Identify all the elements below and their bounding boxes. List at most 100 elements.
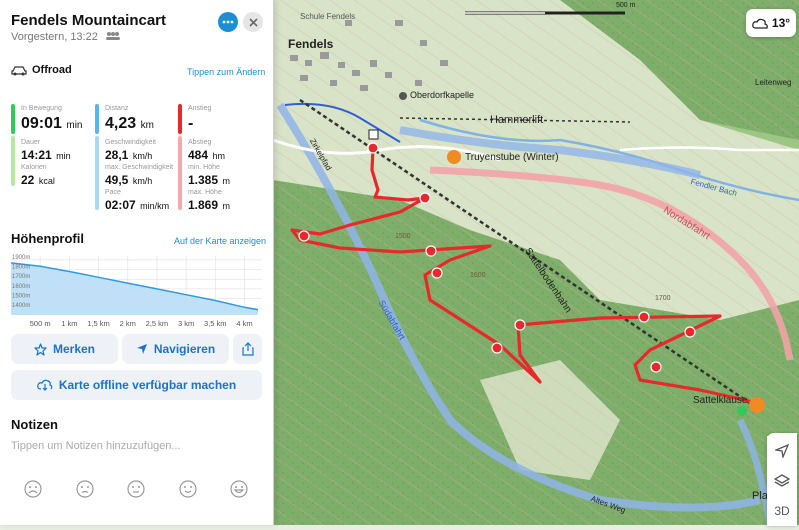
moving-unit: min xyxy=(66,120,83,131)
min-height-label: min. Höhe xyxy=(188,164,220,171)
y-tick-label: 1400m xyxy=(12,303,30,309)
map-label-alt-1700: 1700 xyxy=(655,295,671,302)
3d-toggle-button[interactable]: 3D xyxy=(767,496,797,526)
x-tick-label: 3 km xyxy=(178,319,194,328)
map-label-alt-1600: 1600 xyxy=(470,272,486,279)
bookmark-button[interactable]: Merken xyxy=(11,334,118,364)
distance-bar xyxy=(95,104,99,134)
min-height-value-row: 1.385 m xyxy=(188,171,230,189)
mood-sad-icon[interactable] xyxy=(76,480,94,498)
activity-label: Offroad xyxy=(32,64,72,76)
max-height-value-row: 1.869 m xyxy=(188,196,230,214)
min-height-unit: m xyxy=(222,176,230,186)
pace-value-row: 02:07 min/km xyxy=(105,196,169,214)
navigate-button[interactable]: Navigieren xyxy=(122,334,229,364)
route-subtitle: Vorgestern, 13:22 xyxy=(11,31,121,43)
mood-very-sad-icon[interactable] xyxy=(24,480,42,498)
map-label-truyenstube: Truyenstube (Winter) xyxy=(465,152,559,163)
duration-value-row: 14:21 min xyxy=(21,146,71,164)
x-tick-label: 500 m xyxy=(30,319,51,328)
notes-input[interactable]: Tippen um Notizen hinzuzufügen... xyxy=(11,440,181,452)
distance-bar-light xyxy=(95,136,99,210)
mood-neutral-icon[interactable] xyxy=(127,480,145,498)
calories-value: 22 xyxy=(21,173,35,187)
descent-value-row: 484 hm xyxy=(188,146,225,164)
x-tick-label: 3,5 km xyxy=(204,319,227,328)
max-height-value: 1.869 xyxy=(188,198,219,212)
maxspeed-label: max. Geschwindigkeit xyxy=(105,164,174,171)
moving-label: In Bewegung xyxy=(21,105,62,112)
chapel-icon xyxy=(399,92,407,100)
pace-unit: min/km xyxy=(140,201,170,211)
cloud-download-icon xyxy=(37,379,53,391)
speed-value-row: 28,1 km/h xyxy=(105,146,152,164)
max-height-label: max. Höhe xyxy=(188,189,222,196)
location-button[interactable] xyxy=(767,436,797,466)
map-label-schule: Schule Fendels xyxy=(300,12,356,21)
y-tick-label: 1800m xyxy=(12,265,30,271)
people-icon xyxy=(105,32,120,40)
ascent-value: - xyxy=(188,115,194,132)
bookmark-label: Merken xyxy=(52,342,96,356)
route-title: Fendels Mountaincart xyxy=(11,12,167,29)
offline-map-label: Karte offline verfügbar machen xyxy=(58,378,237,392)
star-icon xyxy=(34,342,47,356)
min-height-value: 1.385 xyxy=(188,173,219,187)
x-tick-label: 1 km xyxy=(61,319,77,328)
weather-widget[interactable]: 13° xyxy=(746,9,796,37)
calories-value-row: 22 kcal xyxy=(21,171,55,189)
y-tick-label: 1700m xyxy=(12,274,30,280)
x-tick-label: 2,5 km xyxy=(146,319,169,328)
map-label-sattelklause: Sattelklause xyxy=(693,395,748,406)
moving-value-row: 09:01 min xyxy=(21,115,83,133)
duration-value: 14:21 xyxy=(21,148,52,162)
profile-title: Höhenprofil xyxy=(11,231,84,246)
offline-map-button[interactable]: Karte offline verfügbar machen xyxy=(11,370,262,400)
notes-title: Notizen xyxy=(11,417,58,432)
distance-value-row: 4,23 km xyxy=(105,115,154,133)
route-date: Vorgestern, 13:22 xyxy=(11,31,98,43)
calories-label: Kalorien xyxy=(21,164,47,171)
change-activity-link[interactable]: Tippen zum Ändern xyxy=(187,67,265,77)
map-label-oberdorfkapelle: Oberdorfkapelle xyxy=(410,90,475,100)
layers-button[interactable] xyxy=(767,466,797,496)
location-arrow-icon xyxy=(775,444,789,458)
x-tick-label: 1,5 km xyxy=(87,319,110,328)
x-tick-label: 2 km xyxy=(120,319,136,328)
mood-happy-icon[interactable] xyxy=(179,480,197,498)
mood-very-happy-icon[interactable] xyxy=(230,480,248,498)
map-label-hammerlift: Hammerlift xyxy=(490,114,544,126)
moving-bar-light xyxy=(11,136,15,186)
car-icon xyxy=(11,65,27,75)
activity-type[interactable]: Offroad xyxy=(11,64,72,76)
speed-value: 28,1 xyxy=(105,148,129,162)
restaurant-icon xyxy=(447,150,461,164)
x-tick-label: 4 km xyxy=(236,319,252,328)
pace-value: 02:07 xyxy=(105,198,136,212)
ascent-bar-light xyxy=(178,136,182,210)
map-label-alt-1500: 1500 xyxy=(395,233,411,240)
speed-unit: km/h xyxy=(132,151,153,161)
maxspeed-value-row: 49,5 km/h xyxy=(105,171,152,189)
moving-bar xyxy=(11,104,15,134)
duration-unit: min xyxy=(56,151,71,161)
calories-unit: kcal xyxy=(38,176,55,186)
close-button[interactable] xyxy=(243,12,263,32)
y-tick-label: 1500m xyxy=(12,294,30,300)
share-button[interactable] xyxy=(233,334,262,364)
more-button[interactable] xyxy=(218,12,238,32)
speed-label: Geschwindigkeit xyxy=(105,139,156,146)
distance-label: Distanz xyxy=(105,105,129,112)
finish-flag-icon xyxy=(368,129,379,140)
ascent-label: Anstieg xyxy=(188,105,212,112)
show-on-map-link[interactable]: Auf der Karte anzeigen xyxy=(174,236,266,246)
close-icon xyxy=(248,17,258,27)
elevation-chart[interactable]: 1900m 1800m 1700m 1600m 1500m 1400m 500 m 1 km… xyxy=(0,252,273,332)
cloud-icon xyxy=(752,18,768,29)
route-details-panel: Fendels Mountaincart Vorgestern, 13:22 O… xyxy=(0,0,274,525)
map-label-leitenweg: Leitenweg xyxy=(755,78,792,87)
map-label-fendels: Fendels xyxy=(288,37,334,51)
distance-unit: km xyxy=(140,120,154,131)
distance-value: 4,23 xyxy=(105,115,137,132)
start-marker-icon xyxy=(737,406,747,416)
